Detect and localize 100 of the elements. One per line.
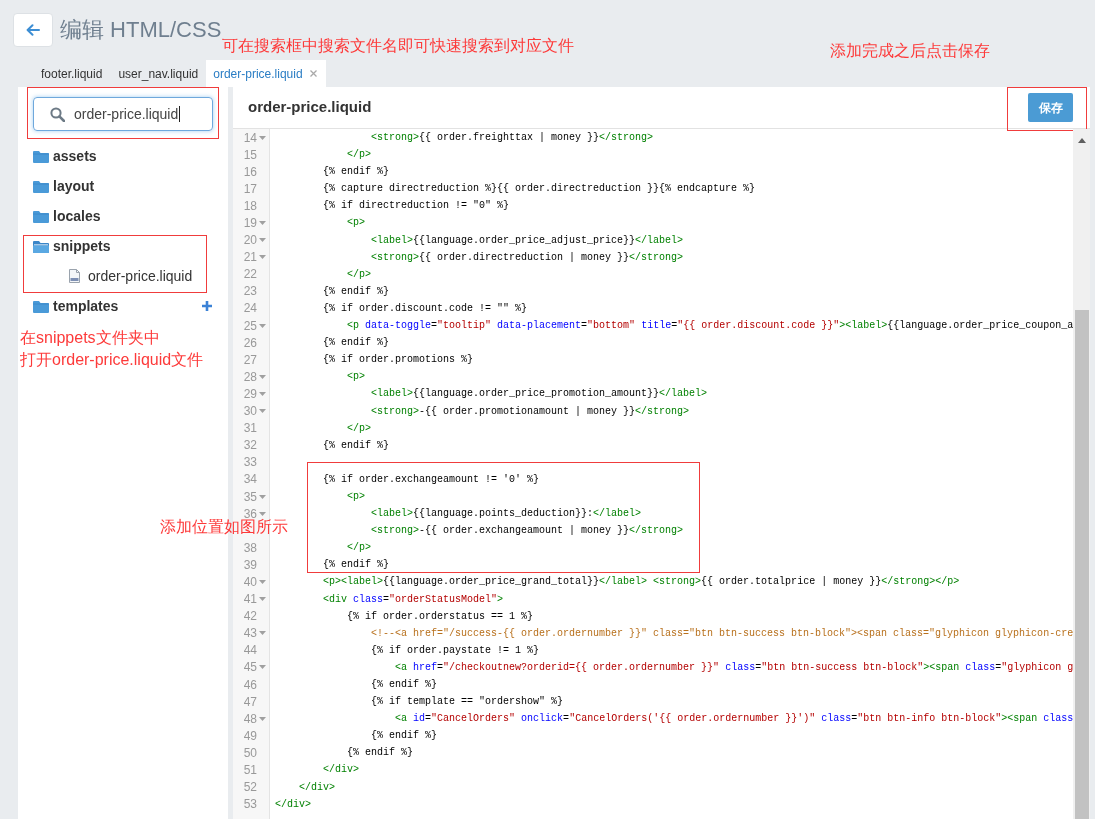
code-line: {% endif %} [323, 165, 390, 180]
line-number: 43 [243, 627, 257, 640]
code-line: {% if order.orderstatus == 1 %} [347, 609, 534, 624]
back-button[interactable] [13, 13, 53, 47]
fold-icon[interactable] [258, 409, 266, 414]
folder-item[interactable]: snippets [53, 235, 111, 257]
line-number: 35 [243, 490, 257, 503]
fold-icon[interactable] [258, 221, 266, 225]
line-number: 21 [243, 251, 257, 264]
code-line: <p> [347, 489, 366, 504]
line-number: 19 [243, 217, 257, 229]
code-line: {% endif %} [323, 336, 390, 351]
line-number: 20 [243, 234, 257, 247]
file-tab[interactable]: order-price.liquid [206, 60, 326, 87]
line-number: 50 [243, 746, 257, 759]
line-number: 34 [243, 473, 257, 486]
annotation-text: 在snippets文件夹中 [20, 328, 160, 348]
code-line: {% endif %} [323, 284, 390, 299]
search-field[interactable]: order-price.liquid [33, 97, 213, 131]
line-number: 53 [243, 798, 257, 811]
fold-icon[interactable] [258, 580, 266, 584]
annotation-text: 添加完成之后点击保存 [830, 41, 990, 61]
page-title: 编辑 HTML/CSS [60, 16, 222, 44]
code-line: </p> [347, 421, 372, 436]
line-number: 52 [243, 781, 257, 794]
fold-icon[interactable] [258, 238, 266, 243]
line-number: 38 [243, 541, 257, 554]
annotation-text: 可在搜索框中搜索文件名即可快速搜索到对应文件 [222, 36, 574, 56]
file-item[interactable]: order-price.liquid [88, 265, 193, 287]
line-number: 25 [243, 319, 257, 332]
fold-icon[interactable] [258, 716, 266, 721]
fold-icon[interactable] [258, 135, 266, 140]
line-number: 23 [243, 285, 257, 298]
code-line: {% if template == "ordershow" %} [371, 695, 564, 710]
add-icon[interactable] [202, 301, 212, 311]
fold-icon[interactable] [258, 391, 266, 396]
line-number: 41 [243, 593, 257, 606]
code-line: <p> [347, 216, 366, 231]
code-line: </p> [347, 148, 372, 163]
code-line: <strong>{{ order.directreduction | money }}</strong> [371, 250, 684, 265]
close-icon[interactable] [309, 70, 317, 77]
code-line: <label>{{language.order_price_promotion_amount}}</label> [371, 387, 708, 402]
code-line: <a id="CancelOrders" onclick="CancelOrders('{{ order.ordernumber }}')" class="btn btn-info btn-block"><span class [395, 712, 1074, 727]
file-tab[interactable]: user_nav.liquid [110, 60, 207, 87]
code-line: <strong>{{ order.freighttax | money }}</strong> [371, 131, 654, 145]
line-number: 42 [243, 610, 257, 623]
code-line: {% if order.exchangeamount != '0' %} [323, 472, 540, 487]
text-cursor [179, 106, 181, 122]
scrollbar-thumb[interactable] [1074, 310, 1089, 819]
file-icon [69, 269, 80, 283]
fold-icon[interactable] [258, 323, 266, 328]
line-number: 30 [243, 405, 257, 418]
scroll-up-icon[interactable] [1077, 138, 1086, 143]
back-arrow-icon [26, 24, 40, 36]
line-number: 15 [243, 148, 257, 161]
code-line: {% endif %} [323, 558, 390, 573]
fold-icon[interactable] [258, 374, 266, 379]
code-line: </p> [347, 267, 372, 282]
code-line: </p> [347, 541, 372, 556]
code-line: {% if order.paystate != 1 %} [371, 643, 540, 658]
folder-item[interactable]: layout [53, 175, 95, 197]
code-line: {% if order.promotions %} [323, 353, 474, 368]
line-number: 16 [243, 165, 257, 178]
fold-icon[interactable] [258, 494, 266, 499]
code-line: <!--<a href="/success-{{ order.ordernumber }}" class="btn btn-success btn-block"><span class="glyphicon glyphicon-cre [371, 626, 1074, 641]
line-number: 33 [243, 456, 257, 469]
code-line: </div> [323, 763, 360, 778]
folder-item[interactable]: assets [53, 145, 97, 167]
search-icon [50, 106, 65, 122]
code-line: <p><label>{{language.order_price_grand_total}}</label> <strong>{{ order.totalprice | money }}</strong></p> [323, 575, 960, 590]
annotation-text: 打开order-price.liquid文件 [20, 350, 204, 370]
line-number: 49 [243, 729, 257, 742]
code-line: <label>{{language.points_deduction}}:</label> [371, 507, 642, 522]
line-number: 36 [243, 507, 257, 520]
fold-icon[interactable] [258, 511, 266, 516]
code-line: <strong>-{{ order.exchangeamount | money }}</strong> [371, 524, 684, 539]
line-number: 51 [243, 764, 257, 776]
fold-icon[interactable] [258, 631, 266, 636]
file-tab[interactable]: footer.liquid [33, 60, 111, 87]
fold-icon[interactable] [258, 597, 266, 602]
code-line: <a href="/checkoutnew?orderid={{ order.ordernumber }}" class="btn btn-success btn-block"><span class="glyphicon g [395, 660, 1074, 675]
line-number: 28 [243, 370, 257, 383]
code-line: <strong>-{{ order.promotionamount | money }}</strong> [371, 404, 690, 419]
line-number: 48 [243, 712, 257, 725]
code-line: <p data-toggle="tooltip" data-placement="bottom" title="{{ order.discount.code }}"><label>{{language.order_price_coupon_a [347, 319, 1074, 334]
line-number: 46 [243, 678, 257, 691]
code-line: {% if directreduction != "0" %} [323, 199, 510, 214]
folder-item[interactable]: templates [53, 295, 119, 317]
code-line: {% endif %} [371, 729, 438, 744]
code-line: {% if order.discount.code != "" %} [323, 301, 528, 316]
folder-item[interactable]: locales [53, 205, 101, 227]
fold-icon[interactable] [258, 665, 266, 670]
annotation-text: 添加位置如图所示 [160, 517, 288, 537]
fold-icon[interactable] [258, 255, 266, 260]
code-line: <p> [347, 370, 366, 385]
code-line: <label>{{language.order_price_adjust_price}}</label> [371, 233, 684, 248]
line-number: 31 [243, 422, 257, 435]
code-line: {% endif %} [371, 678, 438, 692]
line-number: 40 [243, 576, 257, 588]
code-line: {% endif %} [347, 746, 414, 761]
